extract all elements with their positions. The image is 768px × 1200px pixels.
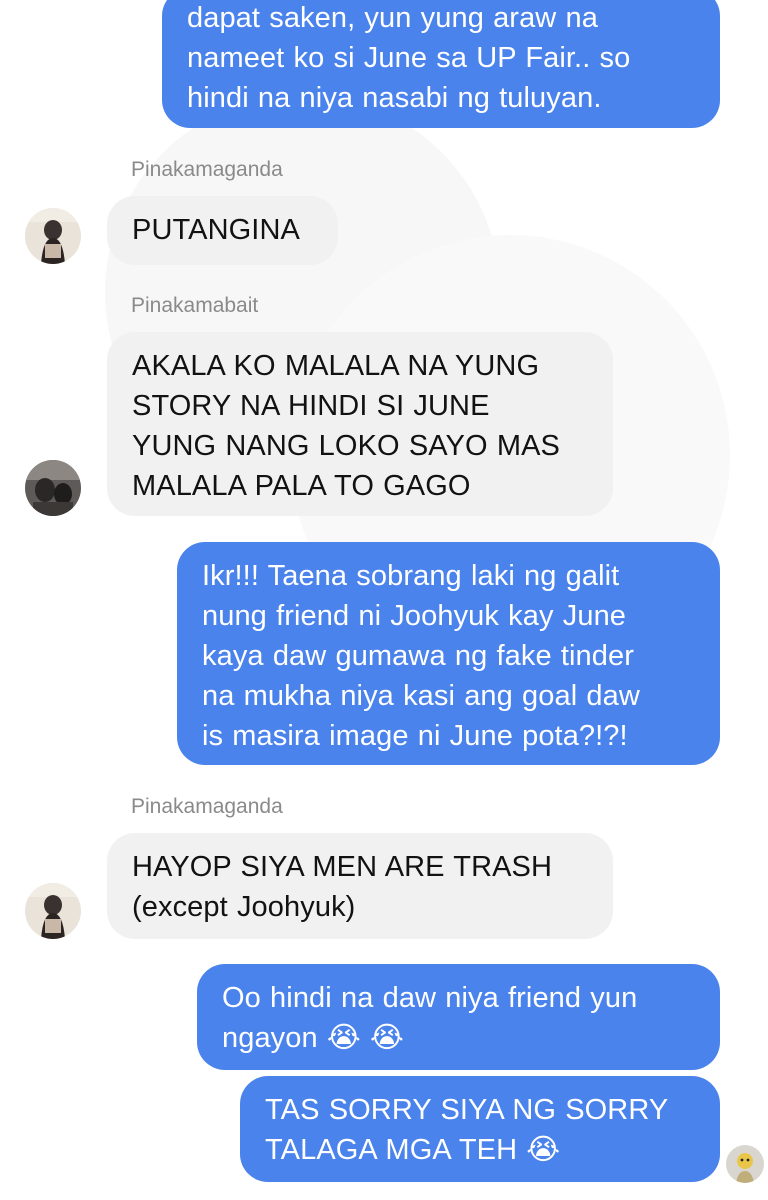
message-line: PUTANGINA [132,214,300,246]
message-line: Oo hindi na daw niya friend yun [222,982,638,1014]
message-line: kaya daw gumawa ng fake tinder [202,640,634,672]
sender-name: Pinakamaganda [131,158,283,181]
avatar-self[interactable] [726,1145,764,1183]
message-line: TAS SORRY SIYA NG SORRY [265,1094,669,1126]
incoming-message-bubble[interactable]: PUTANGINA [107,196,338,265]
avatar-pinakamaganda[interactable] [25,883,81,939]
sender-name: Pinakamabait [131,294,259,317]
message-line: hindi na niya nasabi ng tuluyan. [187,82,602,114]
outgoing-message-bubble[interactable]: dapat saken, yun yung araw na nameet ko … [162,0,720,128]
message-line: YUNG NANG LOKO SAYO MAS [132,430,560,462]
outgoing-message-bubble[interactable]: Ikr!!! Taena sobrang laki ng galit nung … [177,542,720,765]
message-line: dapat saken, yun yung araw na [187,2,598,34]
incoming-message-bubble[interactable]: HAYOP SIYA MEN ARE TRASH (except Joohyuk… [107,833,613,939]
message-line: ngayon 😭 😭 [222,1022,405,1054]
message-line: STORY NA HINDI SI JUNE [132,390,490,422]
message-line: is masira image ni June pota?!?! [202,720,628,752]
message-line: nameet ko si June sa UP Fair.. so [187,42,631,74]
sender-name: Pinakamaganda [131,795,283,818]
avatar-pinakamabait[interactable] [25,460,81,516]
message-line: HAYOP SIYA MEN ARE TRASH [132,851,553,883]
message-line: MALALA PALA TO GAGO [132,470,471,502]
avatar-pinakamaganda[interactable] [25,208,81,264]
incoming-message-bubble[interactable]: AKALA KO MALALA NA YUNG STORY NA HINDI S… [107,332,613,516]
message-line: na mukha niya kasi ang goal daw [202,680,640,712]
message-line: Ikr!!! Taena sobrang laki ng galit [202,560,620,592]
message-line: (except Joohyuk) [132,891,356,923]
outgoing-message-bubble[interactable]: Oo hindi na daw niya friend yun ngayon 😭… [197,964,720,1070]
message-line: AKALA KO MALALA NA YUNG [132,350,540,382]
message-line: TALAGA MGA TEH 😭 [265,1134,561,1166]
message-line: nung friend ni Joohyuk kay June [202,600,627,632]
outgoing-message-bubble[interactable]: TAS SORRY SIYA NG SORRY TALAGA MGA TEH 😭 [240,1076,720,1182]
